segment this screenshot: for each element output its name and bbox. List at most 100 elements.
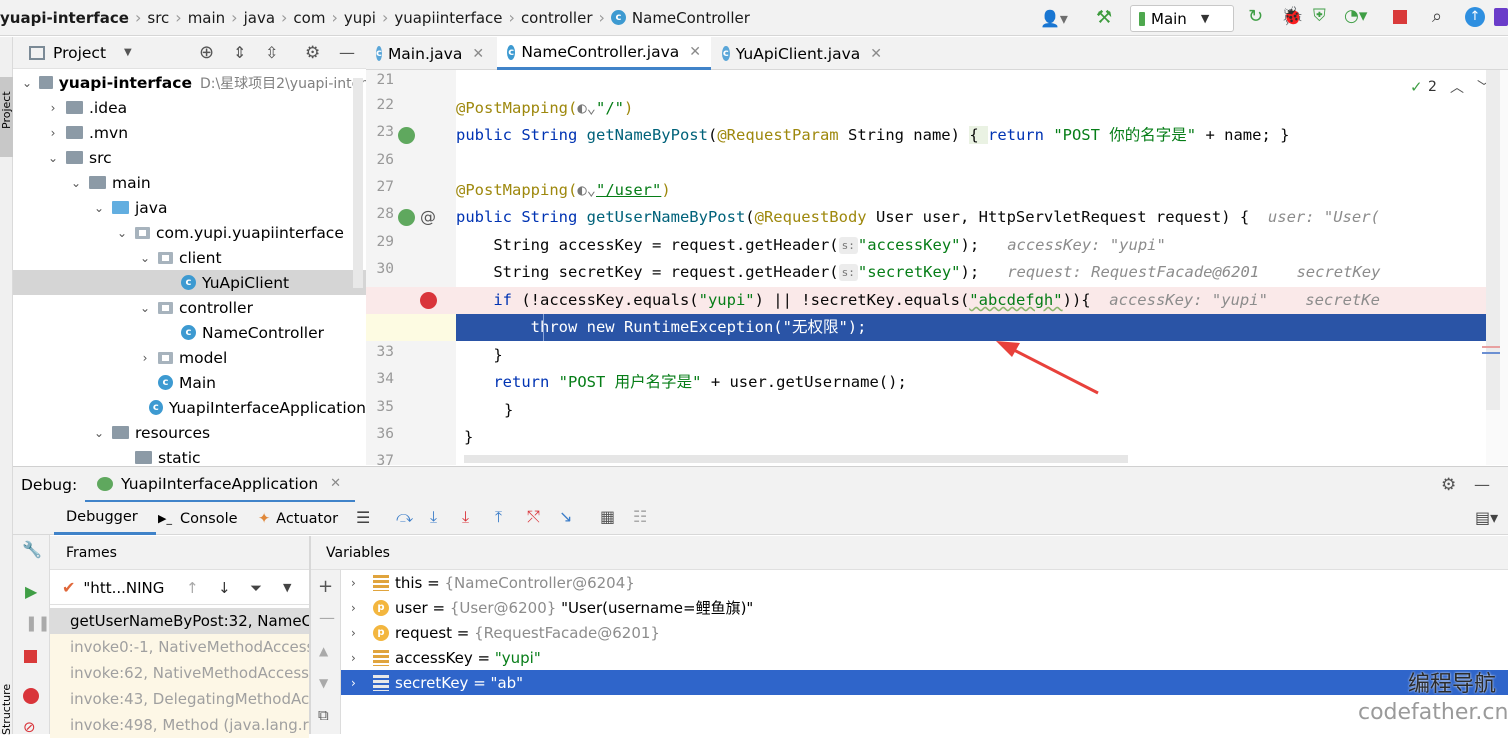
tree-scrollbar[interactable] (353, 78, 363, 288)
chevron-down-icon[interactable]: ▼ (283, 581, 291, 594)
breakpoint-icon[interactable] (420, 292, 437, 309)
chevron-down-icon[interactable]: ⌄ (21, 76, 33, 90)
run-config-select[interactable]: Main ▼ (1130, 5, 1234, 32)
tree-item[interactable]: ⌄ controller (13, 295, 366, 320)
breadcrumb-item[interactable]: controller (521, 9, 593, 27)
drop-frame-icon[interactable]: ⤲ (527, 507, 540, 527)
tree-item[interactable]: ⌄ src (13, 145, 366, 170)
pause-icon[interactable]: ❚❚ (25, 614, 50, 632)
variable-row[interactable]: › this = {NameController@6204} (341, 570, 1508, 595)
minimize-icon[interactable]: — (1474, 475, 1490, 494)
expand-all-icon[interactable]: ⇕ (233, 43, 246, 62)
tree-item[interactable]: ⌄ client (13, 245, 366, 270)
collapse-all-icon[interactable]: ⇳ (265, 43, 278, 62)
move-down-icon[interactable]: ▼ (319, 676, 328, 690)
breadcrumb-item[interactable]: java (244, 9, 275, 27)
chevron-down-icon[interactable]: ⌄ (115, 226, 129, 240)
tab-actuator[interactable]: ✦ Actuator (258, 502, 348, 535)
profiler-icon[interactable]: ◔▾ (1344, 6, 1367, 26)
debug-bug-icon[interactable]: 🐞 (1281, 6, 1303, 27)
tree-item[interactable]: c NameController (13, 320, 366, 345)
gear-icon[interactable]: ⚙ (305, 43, 320, 63)
close-icon[interactable]: ✕ (870, 46, 882, 62)
menu-icon[interactable]: ☰ (356, 508, 370, 527)
build-hammer-icon[interactable]: ⚒ (1096, 7, 1112, 28)
locate-icon[interactable]: ⊕ (199, 42, 214, 63)
debug-session-tab[interactable]: YuapiInterfaceApplication ✕ (85, 467, 355, 503)
globe-icon[interactable]: ◐⌄ (577, 181, 596, 199)
tab-yuapiclient-java[interactable]: c YuApiClient.java ✕ (712, 37, 892, 70)
chevron-right-icon[interactable]: › (138, 351, 152, 365)
wrench-icon[interactable]: 🔧 (22, 540, 42, 559)
inspection-ok-icon[interactable]: ✓ (1410, 78, 1423, 96)
variable-row[interactable]: › secretKey = "ab" (341, 670, 1508, 695)
tree-item[interactable]: › model (13, 345, 366, 370)
arrow-down-icon[interactable]: ↓ (218, 579, 231, 597)
tree-item[interactable]: ⌄ com.yupi.yuapiinterface (13, 220, 366, 245)
run-to-cursor-icon[interactable]: ↘ (559, 507, 572, 526)
stop-icon[interactable] (1393, 10, 1407, 24)
tree-item[interactable]: ⌄ resources (13, 420, 366, 445)
view-breakpoints-icon[interactable] (23, 688, 39, 704)
show-execution-point-icon[interactable]: ⤼ (396, 507, 413, 527)
breadcrumb-item[interactable]: yuapi-interface (0, 9, 129, 27)
variable-row[interactable]: › p user = {User@6200} "User(username=鲤鱼旗)… (341, 595, 1508, 620)
breadcrumb-item[interactable]: com (293, 9, 325, 27)
close-icon[interactable]: ✕ (330, 476, 341, 491)
stack-frame[interactable]: invoke:43, DelegatingMethodAc (50, 686, 309, 712)
update-icon[interactable]: ↑ (1465, 7, 1485, 27)
globe-icon[interactable]: ◐⌄ (577, 99, 596, 117)
chevron-down-icon[interactable]: ⌄ (138, 251, 152, 265)
inspection-count[interactable]: 2 (1428, 79, 1437, 95)
close-icon[interactable]: ✕ (689, 44, 701, 60)
chevron-down-icon[interactable]: ⌄ (92, 426, 106, 440)
chevron-up-icon[interactable]: ︿ (1450, 77, 1464, 97)
arrow-up-icon[interactable]: ↑ (186, 579, 199, 597)
add-watch-icon[interactable]: + (318, 576, 333, 597)
chevron-right-icon[interactable]: › (351, 601, 365, 615)
tab-debugger[interactable]: Debugger (54, 502, 156, 535)
trace-icon[interactable]: ☷ (633, 507, 647, 526)
rerun-icon[interactable]: ↻ (1248, 6, 1263, 27)
chevron-down-icon[interactable]: ⌄ (92, 201, 106, 215)
stack-frame[interactable]: invoke:498, Method (java.lang.re (50, 712, 309, 738)
spring-web-icon[interactable] (398, 127, 415, 144)
search-icon[interactable]: ⌕ (1432, 6, 1442, 27)
step-out-icon[interactable]: ⤒ (495, 507, 502, 527)
tree-item[interactable]: c YuApiClient (13, 270, 366, 295)
stack-frame[interactable]: invoke:62, NativeMethodAccesso (50, 660, 309, 686)
chevron-right-icon[interactable]: › (351, 576, 365, 590)
mute-breakpoints-icon[interactable]: ⊘ (23, 718, 36, 736)
filter-icon[interactable]: ⏷ (250, 579, 262, 597)
step-over-icon[interactable]: ⤓ (430, 507, 437, 527)
coverage-icon[interactable]: ⛨ (1313, 6, 1326, 26)
tree-item[interactable]: static (13, 445, 366, 465)
breadcrumb-item[interactable]: yuapiinterface (394, 9, 502, 27)
breadcrumb-item[interactable]: NameController (632, 9, 750, 27)
code-editor[interactable]: @PostMapping(◐⌄"/") public String getNam… (456, 70, 1486, 465)
structure-tool-tab[interactable]: Structure (0, 663, 13, 743)
chevron-right-icon[interactable]: › (46, 101, 60, 115)
layout-icon[interactable]: ▤▾ (1475, 508, 1498, 527)
breadcrumb-item[interactable]: src (147, 9, 169, 27)
minimize-icon[interactable]: — (339, 43, 355, 62)
project-panel-title[interactable]: Project (53, 44, 106, 62)
step-into-icon[interactable]: ⤓ (462, 507, 469, 527)
chevron-right-icon[interactable]: › (46, 126, 60, 140)
stop-icon[interactable] (24, 650, 37, 663)
project-tool-tab[interactable]: Project (0, 77, 13, 157)
user-icon[interactable]: 👤▾ (1040, 9, 1068, 28)
chevron-right-icon[interactable]: › (351, 626, 365, 640)
thread-selector[interactable]: ✔ "htt...NING ↑ ↓ ⏷ ▼ (50, 571, 309, 605)
tree-item[interactable]: c YuapiInterfaceApplication (13, 395, 366, 420)
chevron-down-icon[interactable]: ⌄ (69, 176, 83, 190)
editor-scrollbar[interactable] (1482, 70, 1508, 465)
chevron-down-icon[interactable]: ▼ (124, 47, 132, 58)
tree-item[interactable]: c Main (13, 370, 366, 395)
close-icon[interactable]: ✕ (472, 46, 484, 62)
spring-web-icon[interactable] (398, 209, 415, 226)
copy-icon[interactable]: ⧉ (318, 706, 329, 724)
stack-frame[interactable]: getUserNameByPost:32, NameCo (50, 608, 309, 634)
tree-item[interactable]: › .idea (13, 95, 366, 120)
tab-namecontroller-java[interactable]: c NameController.java ✕ (497, 37, 711, 70)
